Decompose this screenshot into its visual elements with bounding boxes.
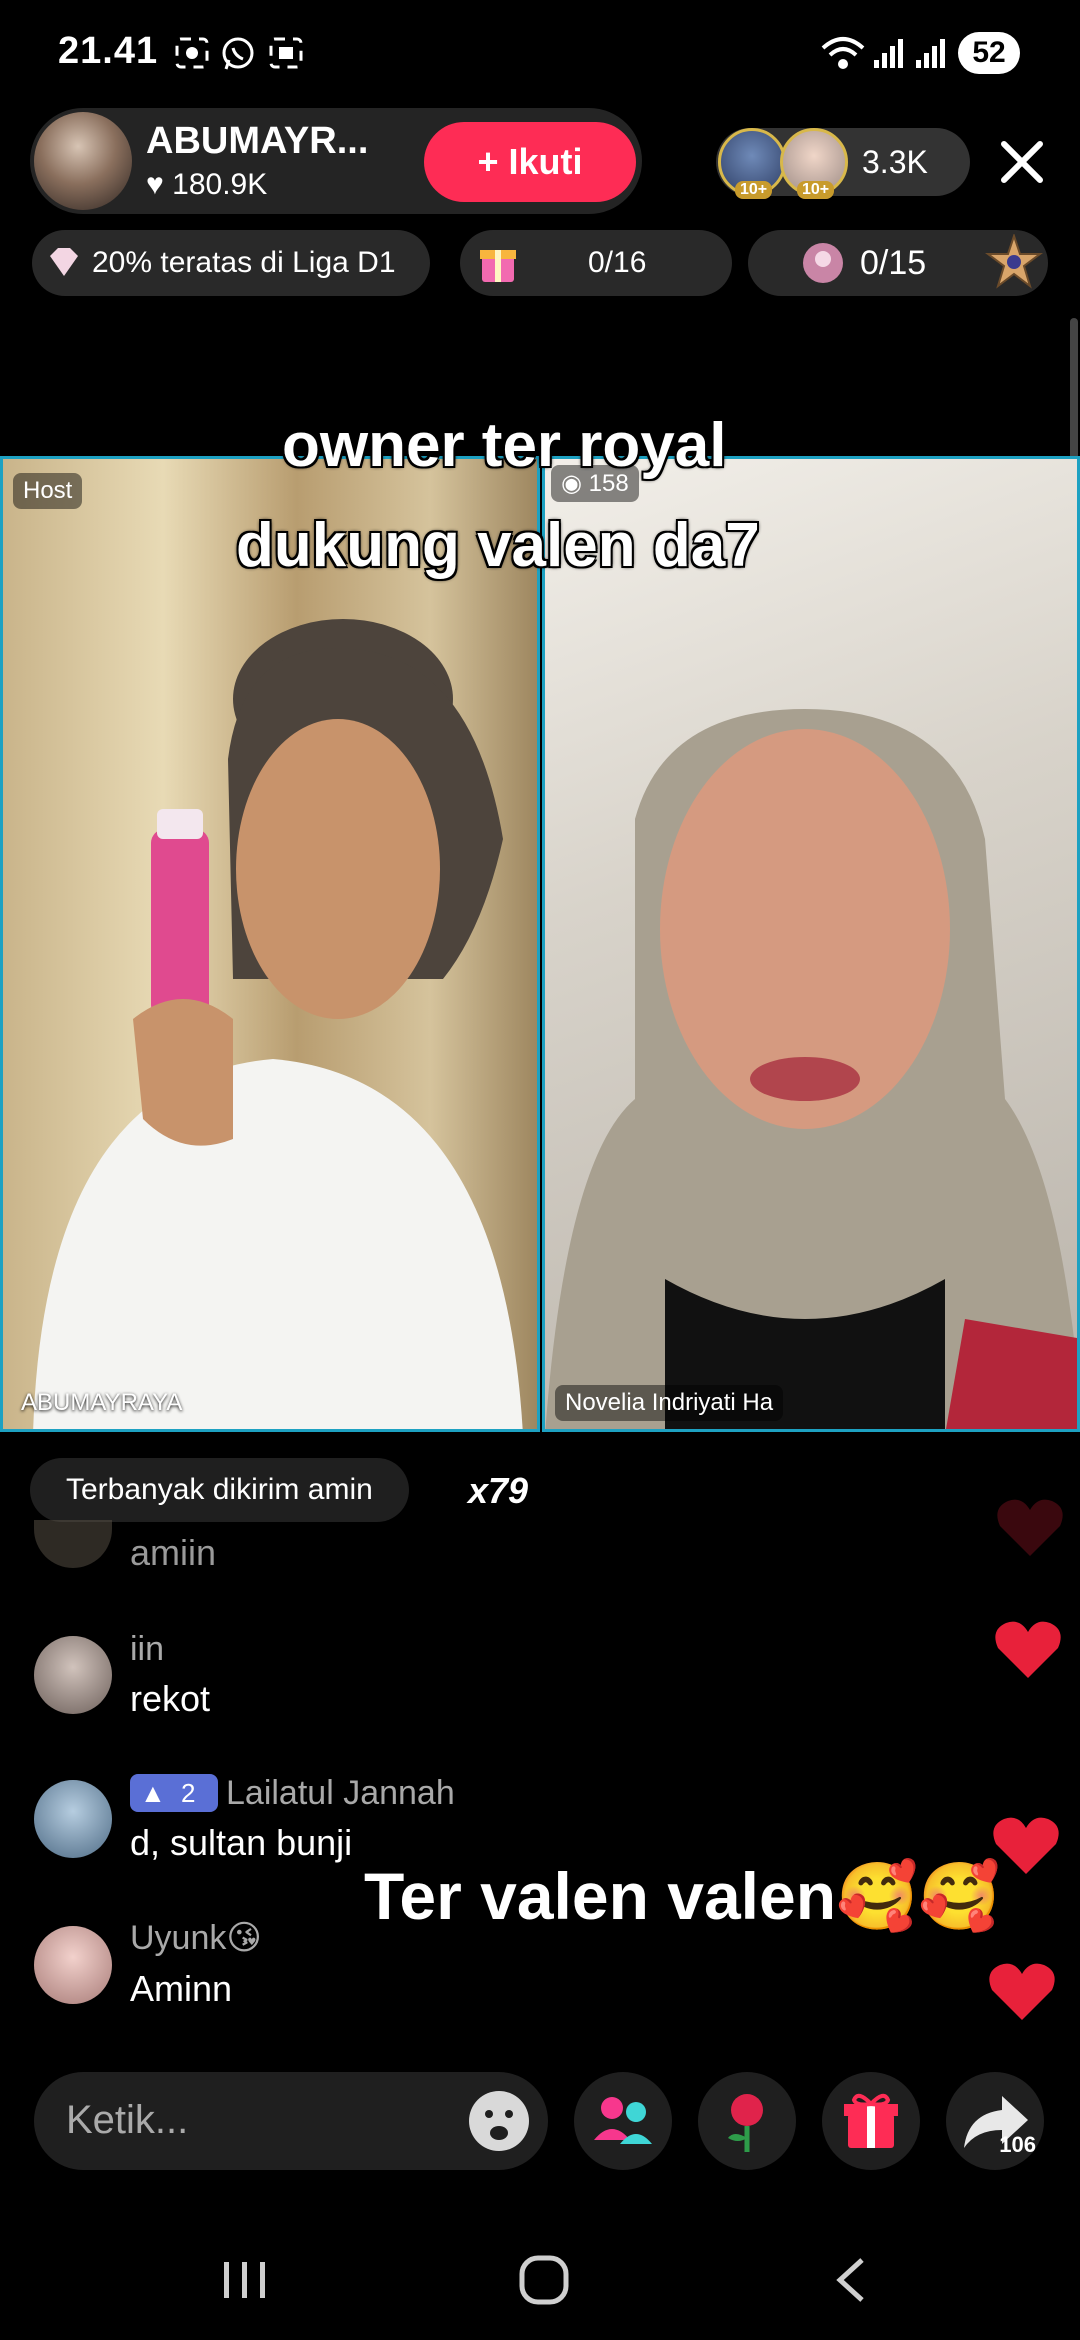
rose-gift-button[interactable]	[698, 2072, 796, 2170]
top-sent-pill[interactable]: Terbanyak dikirim amin	[30, 1458, 409, 1522]
comment-avatar[interactable]	[34, 1520, 112, 1568]
star-badge-icon	[984, 232, 1044, 316]
viewer-avatar[interactable]: 10+	[718, 128, 786, 199]
comment-username[interactable]: Uyunk😘	[130, 1918, 262, 1958]
goal-progress-text: 0/15	[860, 244, 927, 282]
host-avatar[interactable]	[34, 112, 132, 210]
host-likes-count: 180.9K	[172, 168, 268, 201]
heart-icon	[993, 1817, 1059, 1874]
clock-time: 21.41	[58, 30, 159, 72]
share-count: 106	[999, 2132, 1036, 2157]
comment-username[interactable]: Lailatul Jannah	[226, 1774, 455, 1813]
viewer-avatar[interactable]: 10+	[780, 128, 848, 199]
comment-text: d, sultan bunji	[130, 1822, 353, 1863]
host-panel-name[interactable]: ABUMAYRAYA	[21, 1389, 182, 1417]
top-sent-word: amin	[307, 1473, 373, 1506]
heart-icon	[997, 1499, 1063, 1556]
comment-avatar[interactable]	[34, 1780, 112, 1858]
gift-button[interactable]	[822, 2072, 920, 2170]
guest-video-panel[interactable]: ◉ 158 Novelia Indriyati Ha	[542, 456, 1080, 1432]
back-icon[interactable]	[828, 2254, 872, 2311]
host-video-panel[interactable]: Host ABUMAYRAYA	[0, 456, 540, 1432]
gift-icon	[844, 2093, 898, 2148]
recent-apps-icon[interactable]	[220, 2258, 270, 2307]
gift-progress-text: 0/16	[588, 246, 647, 279]
gift-progress-pill[interactable]: 0/16	[460, 230, 732, 296]
host-likes: ♥ 180.9K	[146, 168, 267, 202]
top-sent-label: Terbanyak dikirim	[66, 1473, 300, 1506]
level-badge: ▲ 2	[130, 1774, 218, 1812]
home-icon[interactable]	[518, 2254, 570, 2311]
league-rank-pill[interactable]: 20% teratas di Liga D1	[32, 230, 430, 296]
host-video-frame	[33, 619, 523, 1429]
viewer-count[interactable]: 3.3K	[862, 144, 928, 181]
league-rank-text: 20% teratas di Liga D1	[92, 246, 396, 279]
comment-text: Aminn	[130, 1968, 233, 2009]
comment-username[interactable]: iin	[130, 1630, 164, 1669]
battery-indicator: 52	[958, 32, 1020, 74]
level-value: 2	[180, 1778, 196, 1808]
share-button[interactable]: 106	[946, 2072, 1044, 2170]
comment-text: amiin	[130, 1532, 217, 1573]
follow-button[interactable]: + Ikuti	[424, 122, 636, 202]
comment-avatar[interactable]	[34, 1636, 112, 1714]
gift-box-icon	[476, 240, 520, 310]
heart-icon: ♥	[146, 168, 164, 201]
host-name: ABUMAYR...	[146, 120, 369, 162]
goal-progress-pill[interactable]: 0/15	[748, 230, 1048, 296]
close-button[interactable]	[990, 130, 1054, 194]
goal-avatar-icon	[802, 242, 844, 308]
overlay-text-line2: dukung valen da7	[236, 511, 760, 580]
whatsapp-icon	[220, 36, 256, 70]
level-icon: ▲	[140, 1778, 166, 1808]
signal-icon	[872, 36, 906, 75]
guest-panel-name[interactable]: Novelia Indriyati Ha	[555, 1385, 784, 1421]
diamond-icon	[46, 230, 82, 320]
guest-video-frame	[545, 709, 1077, 1429]
top-sent-multiplier: x79	[468, 1470, 529, 1511]
guests-button[interactable]	[574, 2072, 672, 2170]
heart-icon	[989, 1963, 1055, 2020]
emoji-icon[interactable]	[466, 2088, 532, 2159]
comment-text: rekot	[130, 1678, 211, 1719]
close-icon	[1001, 141, 1043, 183]
overlay-text-bottom: Ter valen valen🥰🥰	[364, 1859, 1001, 1933]
comment-placeholder: Ketik...	[66, 2098, 189, 2142]
people-icon	[594, 2097, 652, 2144]
rose-icon	[728, 2094, 763, 2152]
screen-record-icon	[268, 36, 304, 70]
heart-icon	[995, 1621, 1061, 1678]
wifi-icon	[820, 34, 866, 77]
screenshot-icon	[174, 36, 210, 70]
signal-icon-2	[914, 36, 948, 75]
comment-avatar[interactable]	[34, 1926, 112, 2004]
viewer-badge: 10+	[735, 181, 773, 199]
host-tag: Host	[13, 473, 83, 509]
viewer-badge: 10+	[797, 181, 835, 199]
overlay-text-line1: owner ter royal	[282, 411, 727, 480]
